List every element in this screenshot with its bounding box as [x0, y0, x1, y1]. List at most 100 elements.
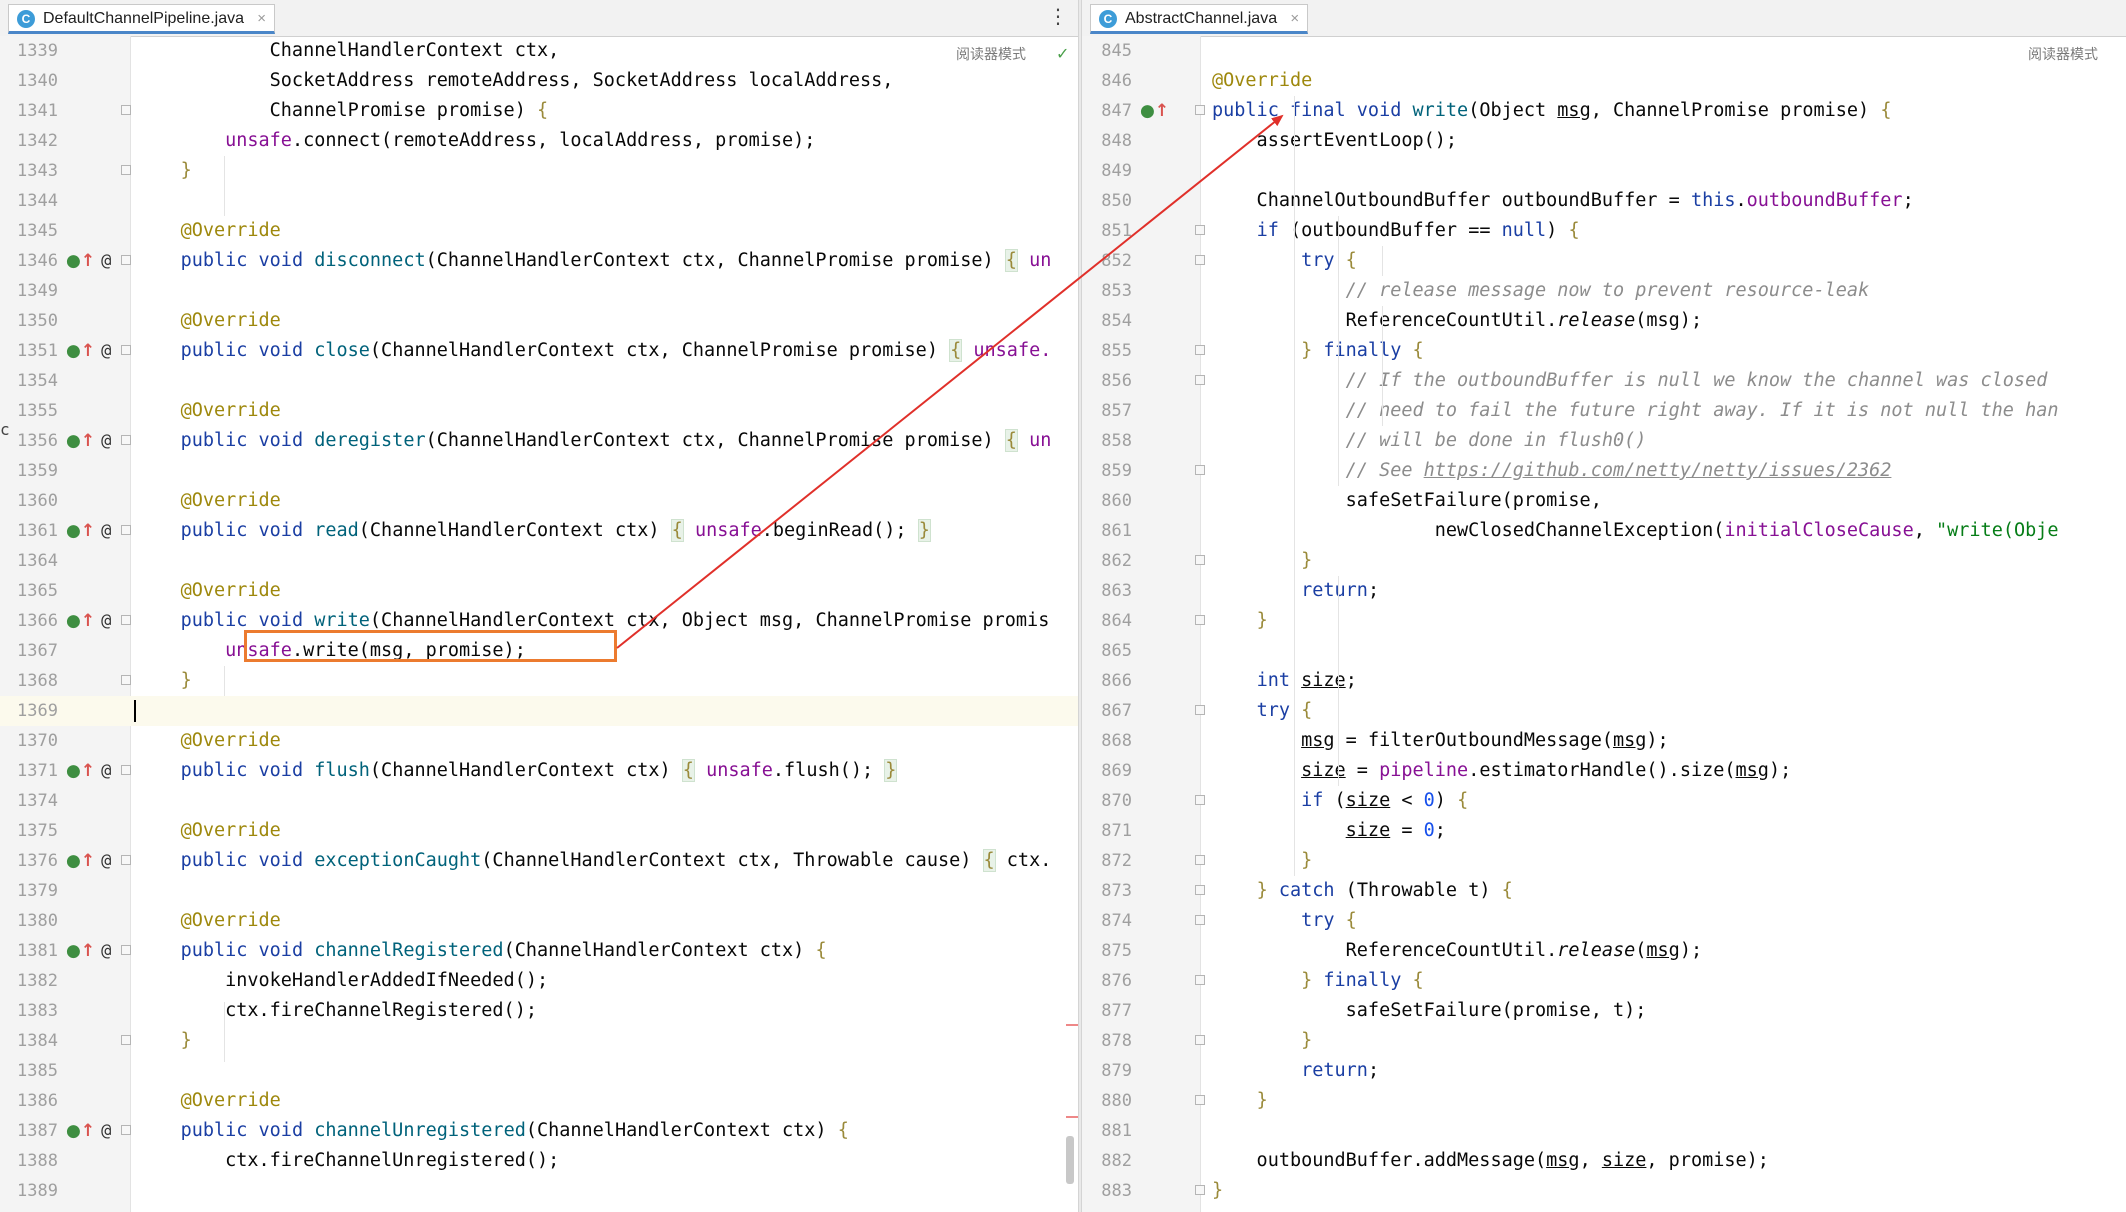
code-text[interactable]: }	[1212, 1176, 1223, 1206]
gutter-markers[interactable]: ●↑	[1140, 96, 1169, 126]
code-line[interactable]: 1366 ●↑ @ public void write(ChannelHandler…	[0, 606, 1078, 636]
line-number[interactable]: 857	[1082, 396, 1132, 426]
code-line[interactable]: 848 assertEventLoop();	[1082, 126, 2126, 156]
implements-icon[interactable]: ●	[66, 851, 81, 871]
code-text[interactable]: public void disconnect(ChannelHandlerCon…	[136, 246, 1051, 276]
line-number[interactable]: 848	[1082, 126, 1132, 156]
fold-marker-icon[interactable]	[121, 855, 131, 865]
code-text[interactable]: }	[136, 666, 192, 696]
code-text[interactable]: public void deregister(ChannelHandlerCon…	[136, 426, 1051, 456]
code-line[interactable]: 1376 ●↑ @ public void exceptionCaught(Chan…	[0, 846, 1078, 876]
code-text[interactable]: @Override	[136, 396, 281, 426]
line-number[interactable]: 1360	[0, 486, 58, 516]
code-text[interactable]: size = 0;	[1212, 816, 1446, 846]
code-line[interactable]: 1369	[0, 696, 1078, 726]
code-line[interactable]: 1340 SocketAddress remoteAddress, Socket…	[0, 66, 1078, 96]
line-number[interactable]: 859	[1082, 456, 1132, 486]
code-line[interactable]: 878 }	[1082, 1026, 2126, 1056]
code-line[interactable]: 1359	[0, 456, 1078, 486]
code-line[interactable]: 874 try {	[1082, 906, 2126, 936]
line-number[interactable]: 855	[1082, 336, 1132, 366]
annotation-at-icon[interactable]: @	[101, 521, 111, 541]
fold-marker-icon[interactable]	[1195, 255, 1205, 265]
code-line[interactable]: 847 ●↑ public final void write(Object msg,…	[1082, 96, 2126, 126]
line-number[interactable]: 1370	[0, 726, 58, 756]
code-line[interactable]: 864 }	[1082, 606, 2126, 636]
code-text[interactable]: } finally {	[1212, 966, 1424, 996]
gutter-markers[interactable]: ●↑ @	[66, 246, 111, 276]
code-text[interactable]: @Override	[1212, 66, 1312, 96]
code-text[interactable]: ChannelPromise promise) {	[136, 96, 548, 126]
code-line[interactable]: 846 @Override	[1082, 66, 2126, 96]
code-line[interactable]: 855 } finally {	[1082, 336, 2126, 366]
code-line[interactable]: 1388 ctx.fireChannelUnregistered();	[0, 1146, 1078, 1176]
line-number[interactable]: 1343	[0, 156, 58, 186]
annotation-at-icon[interactable]: @	[101, 431, 111, 451]
code-text[interactable]: public void write(ChannelHandlerContext …	[136, 606, 1050, 636]
code-line[interactable]: 1350 @Override	[0, 306, 1078, 336]
code-text[interactable]: ReferenceCountUtil.release(msg);	[1212, 936, 1702, 966]
code-line[interactable]: 857 // need to fail the future right awa…	[1082, 396, 2126, 426]
line-number[interactable]: 1364	[0, 546, 58, 576]
reader-mode-button[interactable]: 阅读器模式	[956, 44, 1026, 64]
fold-marker-icon[interactable]	[121, 615, 131, 625]
implements-icon[interactable]: ●	[66, 521, 81, 541]
code-line[interactable]: 867 try {	[1082, 696, 2126, 726]
line-number[interactable]: 862	[1082, 546, 1132, 576]
fold-marker-icon[interactable]	[121, 1035, 131, 1045]
code-line[interactable]: 1345 @Override	[0, 216, 1078, 246]
overrides-up-arrow-icon[interactable]: ↑	[81, 251, 95, 271]
code-text[interactable]: try {	[1212, 906, 1357, 936]
line-number[interactable]: 1368	[0, 666, 58, 696]
code-text[interactable]: }	[1212, 1086, 1268, 1116]
code-line[interactable]: 1367 unsafe.write(msg, promise);	[0, 636, 1078, 666]
code-text[interactable]: // will be done in flush0()	[1212, 426, 1647, 456]
code-text[interactable]: try {	[1212, 246, 1357, 276]
code-line[interactable]: 1356 ●↑ @ public void deregister(ChannelHa…	[0, 426, 1078, 456]
fold-marker-icon[interactable]	[121, 165, 131, 175]
code-line[interactable]: 850 ChannelOutboundBuffer outboundBuffer…	[1082, 186, 2126, 216]
implements-icon[interactable]: ●	[66, 431, 81, 451]
annotation-at-icon[interactable]: @	[101, 251, 111, 271]
line-number[interactable]: 874	[1082, 906, 1132, 936]
overrides-up-arrow-icon[interactable]: ↑	[81, 1121, 95, 1141]
code-text[interactable]: return;	[1212, 576, 1379, 606]
line-number[interactable]: 1376	[0, 846, 58, 876]
code-text[interactable]: safeSetFailure(promise,	[1212, 486, 1602, 516]
line-number[interactable]: 1380	[0, 906, 58, 936]
line-number[interactable]: 1359	[0, 456, 58, 486]
gutter-markers[interactable]: ●↑ @	[66, 1116, 111, 1146]
fold-marker-icon[interactable]	[121, 675, 131, 685]
gutter-markers[interactable]: ●↑ @	[66, 336, 111, 366]
code-line[interactable]: 1349	[0, 276, 1078, 306]
overrides-up-arrow-icon[interactable]: ↑	[81, 431, 95, 451]
fold-marker-icon[interactable]	[121, 345, 131, 355]
line-number[interactable]: 1387	[0, 1116, 58, 1146]
gutter-markers[interactable]: ●↑ @	[66, 756, 111, 786]
code-text[interactable]: @Override	[136, 216, 281, 246]
code-line[interactable]: 1389	[0, 1176, 1078, 1206]
line-number[interactable]: 882	[1082, 1146, 1132, 1176]
code-text[interactable]: public final void write(Object msg, Chan…	[1212, 96, 1891, 126]
code-text[interactable]: }	[1212, 846, 1312, 876]
line-number[interactable]: 881	[1082, 1116, 1132, 1146]
fold-marker-icon[interactable]	[121, 945, 131, 955]
line-number[interactable]: 1371	[0, 756, 58, 786]
line-number[interactable]: 1341	[0, 96, 58, 126]
line-number[interactable]: 877	[1082, 996, 1132, 1026]
line-number[interactable]: 863	[1082, 576, 1132, 606]
code-line[interactable]: 870 if (size < 0) {	[1082, 786, 2126, 816]
code-text[interactable]: ctx.fireChannelRegistered();	[136, 996, 537, 1026]
overrides-up-arrow-icon[interactable]: ↑	[81, 851, 95, 871]
line-number[interactable]: 875	[1082, 936, 1132, 966]
overrides-up-arrow-icon[interactable]: ↑	[81, 521, 95, 541]
code-line[interactable]: 862 }	[1082, 546, 2126, 576]
code-text[interactable]: return;	[1212, 1056, 1379, 1086]
code-text[interactable]: }	[136, 1026, 192, 1056]
line-number[interactable]: 880	[1082, 1086, 1132, 1116]
code-text[interactable]: @Override	[136, 726, 281, 756]
code-line[interactable]: 861 newClosedChannelException(initialClo…	[1082, 516, 2126, 546]
code-line[interactable]: 856 // If the outboundBuffer is null we …	[1082, 366, 2126, 396]
overrides-up-arrow-icon[interactable]: ↑	[81, 341, 95, 361]
implements-icon[interactable]: ●	[66, 251, 81, 271]
